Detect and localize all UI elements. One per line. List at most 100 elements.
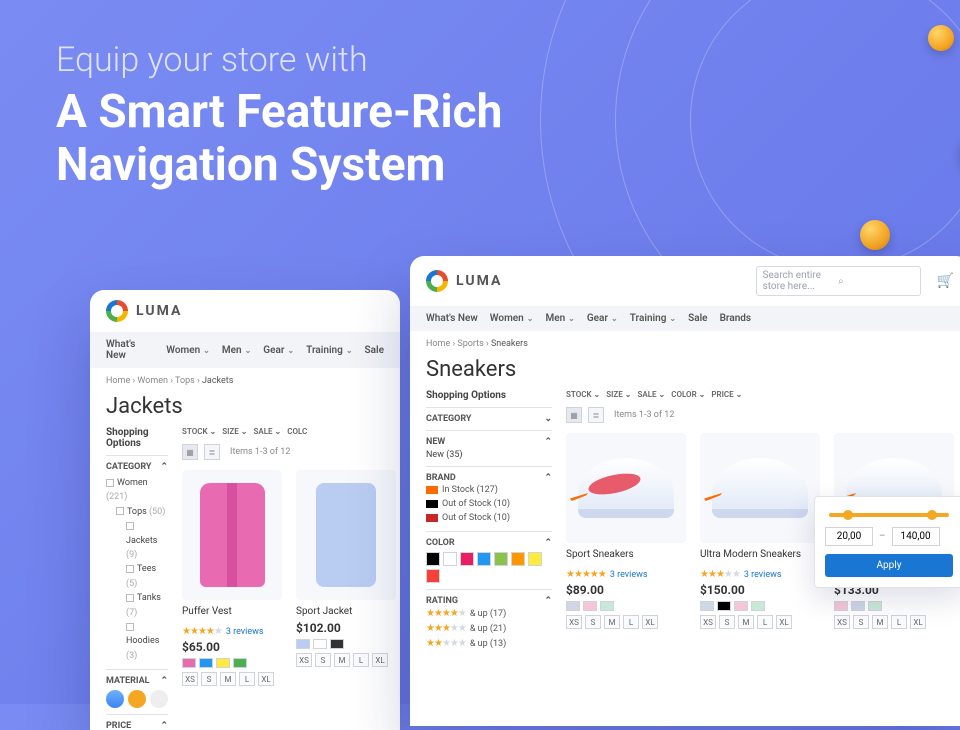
nav-item[interactable]: Brands [720, 313, 752, 324]
product-swatch[interactable] [233, 658, 247, 668]
product-swatch[interactable] [583, 601, 597, 611]
product-swatch[interactable] [600, 601, 614, 611]
size-option[interactable]: M [604, 615, 620, 629]
rating-filter-item[interactable]: ★★★★★& up (13) [426, 636, 552, 651]
size-option[interactable]: L [353, 653, 369, 667]
nav-item[interactable]: Women⌄ [490, 313, 534, 324]
sort-option[interactable]: COLOR ⌄ [671, 390, 705, 399]
category-tree-item[interactable]: Tops (50) [106, 505, 168, 519]
grid-view-icon[interactable]: ▦ [566, 407, 582, 423]
brand-filter-item[interactable]: In Stock (127) [426, 483, 552, 497]
reviews-link[interactable]: 3 reviews [610, 570, 648, 580]
nav-item[interactable]: Gear⌄ [263, 345, 294, 356]
size-option[interactable]: XL [776, 615, 792, 629]
category-tree-item[interactable]: Jackets (9) [106, 519, 168, 562]
nav-item[interactable]: Gear⌄ [587, 313, 618, 324]
material-swatch[interactable] [128, 690, 146, 708]
search-input[interactable]: Search entire store here... ⌕ [756, 266, 921, 296]
list-view-icon[interactable]: ≣ [588, 407, 604, 423]
collapse-icon[interactable]: ⌃ [544, 473, 552, 483]
size-option[interactable]: L [757, 615, 773, 629]
color-swatch[interactable] [477, 552, 491, 566]
size-option[interactable]: XL [910, 615, 926, 629]
product-swatch[interactable] [330, 639, 344, 649]
sort-option[interactable]: SIZE ⌄ [222, 427, 247, 436]
nav-item[interactable]: Men⌄ [222, 345, 251, 356]
product-card[interactable]: Sport Jacket $102.00 XSSMLXL [296, 470, 396, 686]
product-swatch[interactable] [700, 601, 714, 611]
collapse-icon[interactable]: ⌃ [160, 721, 168, 730]
nav-item[interactable]: Training⌄ [630, 313, 676, 324]
product-swatch[interactable] [751, 601, 765, 611]
category-tree-item[interactable]: Tanks (7) [106, 591, 168, 620]
size-option[interactable]: S [853, 615, 869, 629]
product-card[interactable]: Sport Sneakers ★★★★★ 3 reviews $89.00 XS… [566, 433, 686, 629]
category-tree-item[interactable]: Tees (5) [106, 562, 168, 591]
rating-filter-item[interactable]: ★★★★★& up (21) [426, 621, 552, 636]
product-swatch[interactable] [717, 601, 731, 611]
material-swatch[interactable] [150, 690, 168, 708]
size-option[interactable]: S [201, 672, 217, 686]
product-swatch[interactable] [868, 601, 882, 611]
size-option[interactable]: M [738, 615, 754, 629]
size-option[interactable]: L [891, 615, 907, 629]
size-option[interactable]: XS [834, 615, 850, 629]
size-option[interactable]: L [239, 672, 255, 686]
category-tree-item[interactable]: Women (221) [106, 476, 168, 505]
rating-filter-item[interactable]: ★★★★★& up (17) [426, 606, 552, 621]
brand-filter-item[interactable]: Out of Stock (10) [426, 497, 552, 511]
material-swatch[interactable] [106, 690, 124, 708]
size-option[interactable]: XS [566, 615, 582, 629]
color-swatch[interactable] [443, 552, 457, 566]
size-option[interactable]: M [220, 672, 236, 686]
product-card[interactable]: Puffer Vest ★★★★★ 3 reviews $65.00 XSSML… [182, 470, 282, 686]
size-option[interactable]: M [334, 653, 350, 667]
size-option[interactable]: XL [258, 672, 274, 686]
nav-item[interactable]: Sale [365, 345, 384, 356]
product-swatch[interactable] [834, 601, 848, 611]
sort-option[interactable]: COLC [287, 427, 307, 436]
nav-item[interactable]: Men⌄ [545, 313, 574, 324]
filter-option[interactable]: New (35) [426, 447, 552, 460]
apply-button[interactable]: Apply [825, 554, 953, 577]
size-option[interactable]: S [719, 615, 735, 629]
price-max-input[interactable] [892, 527, 940, 546]
size-option[interactable]: XS [182, 672, 198, 686]
sort-option[interactable]: SALE ⌄ [253, 427, 281, 436]
collapse-icon[interactable]: ⌃ [544, 437, 552, 447]
product-swatch[interactable] [296, 639, 310, 649]
size-option[interactable]: XS [700, 615, 716, 629]
size-option[interactable]: S [585, 615, 601, 629]
chevron-down-icon[interactable]: ⌄ [544, 414, 552, 424]
price-min-input[interactable] [825, 527, 873, 546]
size-option[interactable]: M [872, 615, 888, 629]
size-option[interactable]: L [623, 615, 639, 629]
grid-view-icon[interactable]: ▦ [182, 444, 198, 460]
nav-item[interactable]: Training⌄ [306, 345, 352, 356]
color-swatch[interactable] [511, 552, 525, 566]
color-swatch[interactable] [528, 552, 542, 566]
price-slider[interactable] [829, 513, 949, 517]
size-option[interactable]: XL [372, 653, 388, 667]
product-swatch[interactable] [851, 601, 865, 611]
color-swatch[interactable] [460, 552, 474, 566]
product-card[interactable]: Ultra Modern Sneakers ★★★★★ 3 reviews $1… [700, 433, 820, 629]
color-swatch[interactable] [426, 552, 440, 566]
sort-option[interactable]: STOCK ⌄ [182, 427, 216, 436]
product-swatch[interactable] [216, 658, 230, 668]
collapse-icon[interactable]: ⌃ [544, 538, 552, 548]
product-swatch[interactable] [313, 639, 327, 649]
cart-icon[interactable]: 🛒 [937, 273, 954, 289]
collapse-icon[interactable]: ⌃ [160, 462, 168, 472]
product-swatch[interactable] [182, 658, 196, 668]
brand-filter-item[interactable]: Out of Stock (10) [426, 511, 552, 525]
size-option[interactable]: XL [642, 615, 658, 629]
collapse-icon[interactable]: ⌃ [160, 676, 168, 686]
category-tree-item[interactable]: Hoodies (3) [106, 620, 168, 663]
sort-option[interactable]: PRICE ⌄ [711, 390, 742, 399]
sort-option[interactable]: SALE ⌄ [637, 390, 665, 399]
list-view-icon[interactable]: ≣ [204, 444, 220, 460]
product-swatch[interactable] [199, 658, 213, 668]
reviews-link[interactable]: 3 reviews [744, 570, 782, 580]
nav-item[interactable]: Women⌄ [166, 345, 210, 356]
